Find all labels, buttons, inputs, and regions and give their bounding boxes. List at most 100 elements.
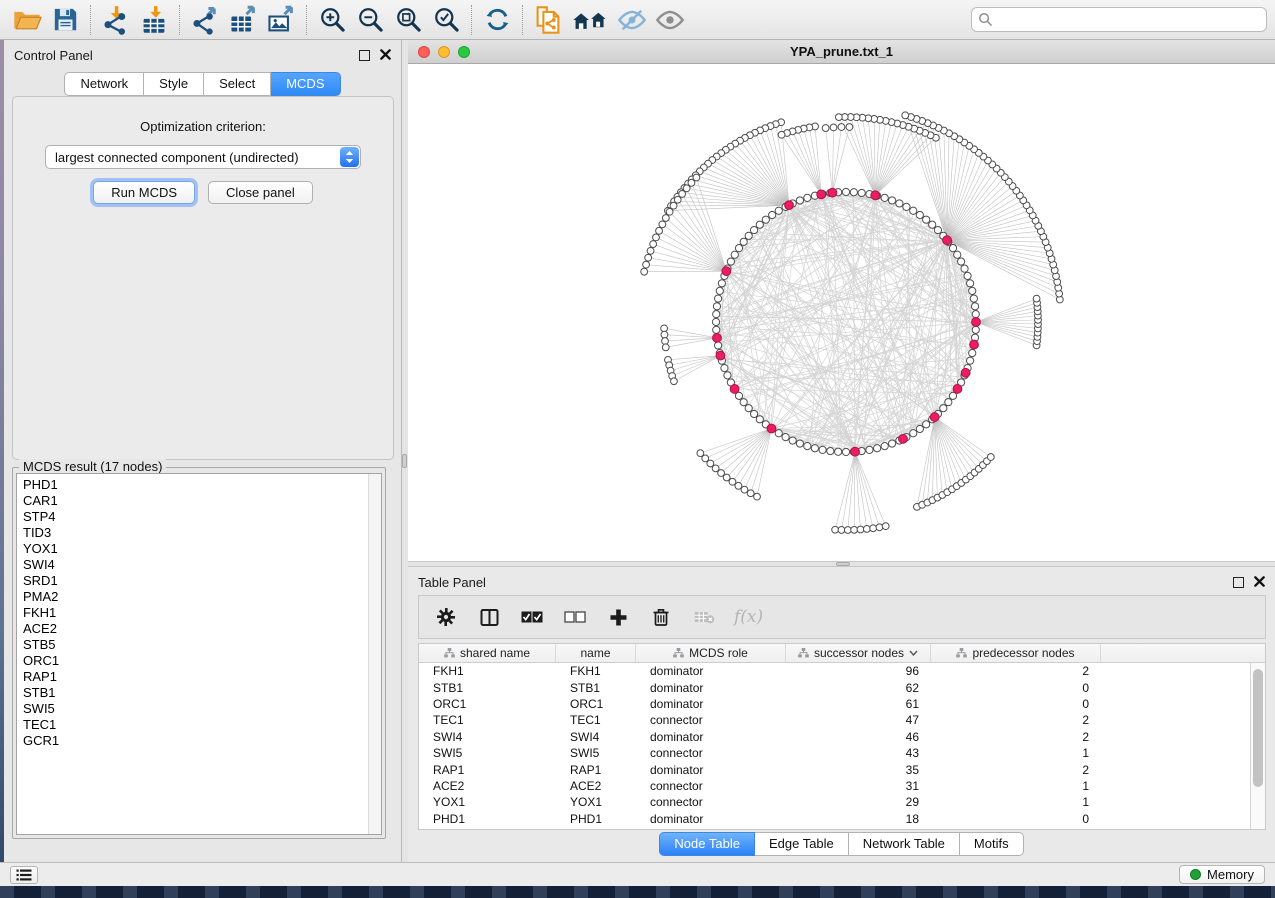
close-panel-button[interactable]: Close panel <box>208 181 313 204</box>
duplicate-network-icon[interactable] <box>529 3 567 37</box>
tab-node-table[interactable]: Node Table <box>659 832 755 856</box>
first-neighbors-icon[interactable] <box>567 3 613 37</box>
mcds-result-list[interactable]: PHD1CAR1STP4TID3YOX1SWI4SRD1PMA2FKH1ACE2… <box>16 473 382 835</box>
tab-style[interactable]: Style <box>144 72 204 96</box>
zoom-in-icon[interactable] <box>313 3 351 37</box>
list-item[interactable]: STB5 <box>23 637 381 653</box>
table-row[interactable]: ORC1ORC1dominator610 <box>419 696 1250 712</box>
table-cell: RAP1 <box>419 763 556 777</box>
node-table-header: shared namenameMCDS rolesuccessor nodesp… <box>419 644 1265 663</box>
tab-mcds[interactable]: MCDS <box>271 72 340 96</box>
search-input[interactable] <box>971 7 1267 32</box>
save-session-icon[interactable] <box>46 3 84 37</box>
table-row[interactable]: SWI5SWI5connector431 <box>419 745 1250 761</box>
table-scrollbar-thumb[interactable] <box>1253 669 1263 787</box>
table-cell: SWI4 <box>419 730 556 744</box>
export-table-icon[interactable] <box>224 3 262 37</box>
table-cell: ORC1 <box>419 697 556 711</box>
list-item[interactable]: ACE2 <box>23 621 381 637</box>
criterion-select[interactable]: largest connected component (undirected) <box>45 145 361 169</box>
network-view-window: YPA_prune.txt_1 <box>408 40 1275 561</box>
table-cell: PHD1 <box>419 812 556 826</box>
close-panel-icon[interactable] <box>380 48 391 63</box>
list-item[interactable]: YOX1 <box>23 541 381 557</box>
task-history-icon[interactable] <box>10 866 38 884</box>
import-table-icon[interactable] <box>135 3 173 37</box>
column-header-successor-nodes[interactable]: successor nodes <box>786 644 931 662</box>
column-layout-icon[interactable] <box>476 604 502 630</box>
network-titlebar[interactable]: YPA_prune.txt_1 <box>408 40 1275 64</box>
list-item[interactable]: CAR1 <box>23 493 381 509</box>
column-header-shared-name[interactable]: shared name <box>419 644 556 662</box>
float-panel-icon[interactable] <box>1233 577 1244 588</box>
table-cell: 47 <box>786 713 931 727</box>
table-row[interactable]: PHD1PHD1dominator180 <box>419 811 1250 827</box>
list-item[interactable]: STB1 <box>23 685 381 701</box>
tab-network-table[interactable]: Network Table <box>849 832 960 856</box>
list-item[interactable]: SWI5 <box>23 701 381 717</box>
deselect-all-checkboxes-icon[interactable] <box>562 604 588 630</box>
list-item[interactable]: PHD1 <box>23 477 381 493</box>
table-cell: 1 <box>931 779 1101 793</box>
table-row[interactable]: ACE2ACE2connector311 <box>419 778 1250 794</box>
run-mcds-button[interactable]: Run MCDS <box>93 181 195 204</box>
column-header-mcds-role[interactable]: MCDS role <box>636 644 786 662</box>
tab-motifs[interactable]: Motifs <box>960 832 1024 856</box>
delete-column-icon[interactable] <box>648 604 674 630</box>
list-item[interactable]: FKH1 <box>23 605 381 621</box>
table-cell: connector <box>636 795 786 809</box>
list-item[interactable]: SRD1 <box>23 573 381 589</box>
splitter-grip[interactable] <box>836 562 850 566</box>
list-item[interactable]: TID3 <box>23 525 381 541</box>
list-item[interactable]: GCR1 <box>23 733 381 749</box>
close-panel-icon[interactable] <box>1254 575 1265 590</box>
column-header-predecessor-nodes[interactable]: predecessor nodes <box>931 644 1101 662</box>
table-row[interactable]: RAP1RAP1dominator352 <box>419 761 1250 777</box>
show-all-icon[interactable] <box>651 3 689 37</box>
table-row[interactable]: FKH1FKH1dominator962 <box>419 663 1250 679</box>
zoom-selected-icon[interactable] <box>427 3 465 37</box>
search-field-wrap <box>971 7 1267 32</box>
memory-status-icon <box>1190 869 1201 880</box>
table-settings-gear-icon[interactable] <box>433 604 459 630</box>
mcds-list-scrollbar[interactable] <box>368 474 381 834</box>
list-item[interactable]: ORC1 <box>23 653 381 669</box>
tab-network[interactable]: Network <box>64 72 144 96</box>
zoom-fit-icon[interactable] <box>389 3 427 37</box>
splitter-grip[interactable] <box>402 454 407 468</box>
import-network-icon[interactable] <box>97 3 135 37</box>
table-row[interactable]: YOX1YOX1connector291 <box>419 794 1250 810</box>
memory-button[interactable]: Memory <box>1179 865 1265 884</box>
control-panel-tabs: NetworkStyleSelectMCDS <box>4 72 401 96</box>
export-network-icon[interactable] <box>186 3 224 37</box>
open-folder-icon[interactable] <box>8 3 46 37</box>
hide-selected-icon[interactable] <box>613 3 651 37</box>
tab-edge-table[interactable]: Edge Table <box>755 832 849 856</box>
column-header-name[interactable]: name <box>556 644 636 662</box>
table-cell: 2 <box>931 730 1101 744</box>
tab-select[interactable]: Select <box>204 72 271 96</box>
table-cell: 61 <box>786 697 931 711</box>
table-row[interactable]: STB1STB1dominator620 <box>419 679 1250 695</box>
list-item[interactable]: TEC1 <box>23 717 381 733</box>
network-canvas[interactable] <box>408 64 1275 561</box>
select-all-checkboxes-icon[interactable] <box>519 604 545 630</box>
table-cell: 0 <box>931 812 1101 826</box>
list-item[interactable]: PMA2 <box>23 589 381 605</box>
table-cell: dominator <box>636 763 786 777</box>
mcds-result-items: PHD1CAR1STP4TID3YOX1SWI4SRD1PMA2FKH1ACE2… <box>17 474 381 749</box>
list-item[interactable]: RAP1 <box>23 669 381 685</box>
list-item[interactable]: SWI4 <box>23 557 381 573</box>
refresh-view-icon[interactable] <box>478 3 516 37</box>
list-item[interactable]: STP4 <box>23 509 381 525</box>
table-cell: dominator <box>636 812 786 826</box>
zoom-out-icon[interactable] <box>351 3 389 37</box>
table-row[interactable]: TEC1TEC1connector472 <box>419 712 1250 728</box>
add-column-icon[interactable] <box>605 604 631 630</box>
table-cell: 2 <box>931 763 1101 777</box>
function-builder-icon: f(x) <box>734 607 763 627</box>
table-row[interactable]: SWI4SWI4dominator462 <box>419 729 1250 745</box>
export-image-icon[interactable] <box>262 3 300 37</box>
float-panel-icon[interactable] <box>359 50 370 61</box>
table-scrollbar[interactable] <box>1250 663 1265 829</box>
